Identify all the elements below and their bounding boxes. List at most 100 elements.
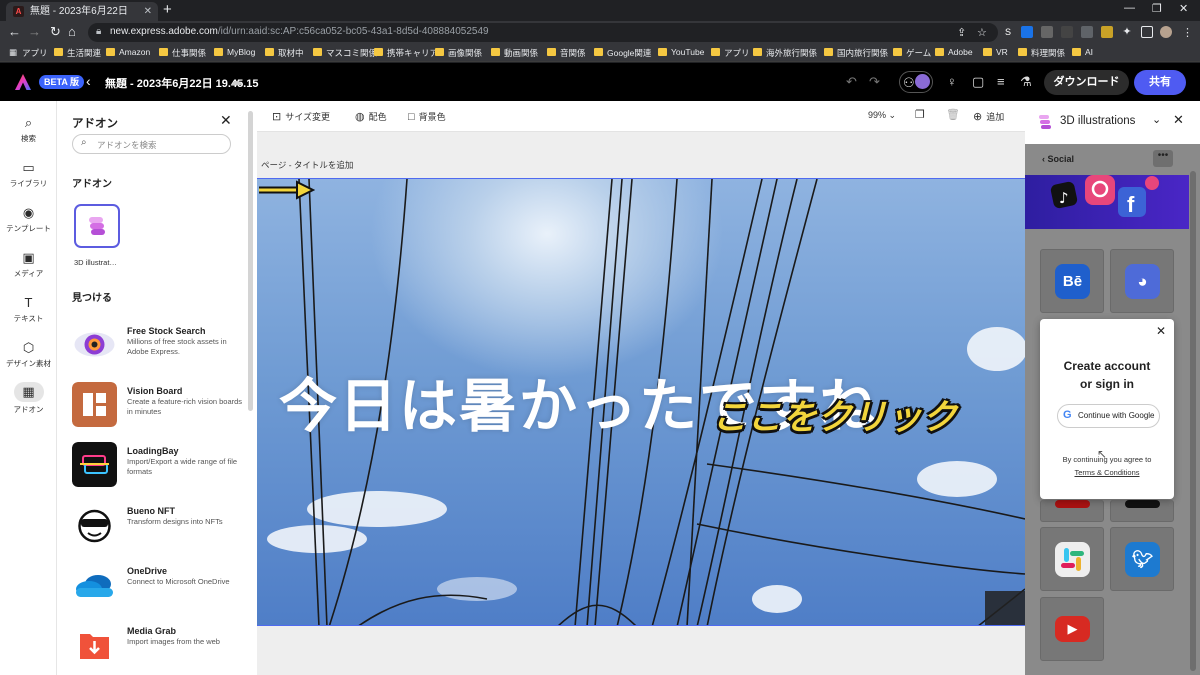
illustration-tile-discord[interactable]: ◕ [1110,249,1174,313]
bookmark-item[interactable]: Amazon [106,47,150,57]
more-options-button[interactable]: ••• [1153,150,1173,167]
extension-camera-icon[interactable] [1081,26,1093,38]
right-panel-scrollbar[interactable] [1190,171,1196,671]
bookmark-item[interactable]: Adobe [935,47,973,57]
canvas-photo[interactable]: 今日は暑かったですね ここをクリック [257,178,1025,626]
bookmark-item[interactable]: 国内旅行関係 [824,47,888,59]
extensions-puzzle-icon[interactable]: ✦ [1121,26,1133,38]
chevron-down-icon[interactable]: ⌄ [1152,113,1161,126]
addon-item-bueno-nft[interactable]: Bueno NFT Transform designs into NFTs [72,502,252,548]
comment-icon[interactable]: ▢ [972,74,984,90]
extension-translate-icon[interactable] [1061,26,1073,38]
extension-facebook-icon[interactable] [1041,26,1053,38]
bookmark-item[interactable]: アプリ [711,47,750,59]
restore-icon[interactable]: ❐ [1152,2,1162,15]
menu-icon[interactable]: ≡ [997,74,1005,89]
resize-button[interactable]: ⊡ サイズ変更 [272,110,330,123]
addon-tile-3d-illustrations[interactable] [74,204,120,248]
illustration-tile-twitter[interactable]: 🐦︎ [1110,527,1174,591]
bookmark-item[interactable]: 料理関係 [1018,47,1065,59]
home-icon[interactable]: ⌂ [68,24,76,39]
terms-conditions-link[interactable]: Terms & Conditions [1040,468,1174,477]
back-to-social-link[interactable]: ‹ Social [1042,154,1074,164]
addon-item-loadingbay[interactable]: LoadingBay Import/Export a wide range of… [72,442,252,488]
bookmark-item[interactable]: MyBlog [214,47,255,57]
browser-menu-icon[interactable]: ⋮ [1182,26,1193,39]
addon-search-input[interactable]: ⌕ アドオンを検索 [72,134,231,154]
back-arrow-icon[interactable]: ← [8,24,21,39]
window-close-icon[interactable]: ✕ [1179,2,1188,15]
colors-button[interactable]: ◍ 配色 [355,110,387,123]
pages-icon[interactable]: ❐ [915,108,925,121]
discord-icon: ◕ [1125,264,1160,299]
forward-arrow-icon[interactable]: → [28,24,41,39]
addon-item-vision-board[interactable]: Vision Board Create a feature-rich visio… [72,382,252,428]
bookmark-item[interactable]: 画像関係 [435,47,482,59]
sidepanel-icon[interactable] [1141,26,1153,38]
undo-icon[interactable]: ↶ [846,74,857,90]
addon-item-onedrive[interactable]: OneDrive Connect to Microsoft OneDrive [72,562,252,608]
new-tab-button[interactable]: + [163,1,172,18]
minimize-icon[interactable]: — [1124,2,1135,14]
bookmark-item[interactable]: ゲーム [893,47,931,59]
bookmark-item[interactable]: 取材中 [265,47,304,59]
reload-icon[interactable]: ↻ [50,24,61,40]
share-button[interactable]: 共有 [1134,70,1186,95]
bookmark-item[interactable]: 海外旅行関係 [753,47,817,59]
extension-s-icon[interactable]: S [1002,26,1014,38]
social-category-banner[interactable]: ♪ f [1025,175,1189,229]
rail-item-library[interactable]: ▭ ライブラリ [0,160,57,189]
download-button[interactable]: ダウンロード [1044,70,1129,95]
rail-item-design-assets[interactable]: ⬡ デザイン素材 [0,340,57,369]
illustration-tile-behance[interactable]: Bē [1040,249,1104,313]
bookmark-item[interactable]: VR [983,47,1008,57]
rail-item-search[interactable]: ⌕ 検索 [0,115,57,144]
rail-item-media[interactable]: ▣ メディア [0,250,57,279]
right-panel-close-icon[interactable]: ✕ [1173,112,1184,128]
dialog-close-icon[interactable]: ✕ [1156,324,1166,338]
trash-icon[interactable]: 🗑︎ [946,108,960,121]
user-avatar[interactable] [915,74,930,89]
back-chevron-icon[interactable]: ‹ [86,73,91,89]
addon-item-free-stock-search[interactable]: Free Stock Search Millions of free stock… [72,322,252,368]
page-title-label[interactable]: ページ - タイトルを追加 [261,159,353,171]
illustration-tile-partial-dark[interactable] [1110,500,1174,522]
rail-item-addons[interactable]: ▦ アドオン [0,382,57,415]
add-button[interactable]: ⊕ 追加 [973,110,1004,123]
adobe-express-logo-icon[interactable] [14,73,32,91]
bookmark-item[interactable]: マスコミ関係 [313,47,377,59]
panel-scrollbar[interactable] [248,111,253,411]
continue-with-google-button[interactable]: G Continue with Google [1057,404,1160,428]
profile-avatar[interactable] [1160,26,1172,38]
svg-text:f: f [1127,192,1135,217]
bookmark-item[interactable]: 携帯キャリア [374,47,438,59]
share-page-icon[interactable]: ⇪ [957,26,966,39]
browser-tab[interactable]: A 無題 - 2023年6月22日 19.45.15 ✕ [6,2,158,36]
extension-blue-icon[interactable] [1021,26,1033,38]
background-color-button[interactable]: □ 背景色 [408,110,446,123]
bookmark-star-icon[interactable]: ☆ [977,26,987,39]
illustration-tile-youtube[interactable]: ▶ [1040,597,1104,661]
flask-icon[interactable]: ⚗ [1020,74,1032,90]
panel-close-icon[interactable]: ✕ [220,112,232,129]
bookmark-item[interactable]: アプリ [22,47,48,59]
addon-item-media-grab[interactable]: Media Grab Import images from the web [72,622,252,668]
redo-icon[interactable]: ↷ [869,74,880,90]
bookmark-item[interactable]: YouTube [658,47,704,57]
illustration-tile-partial-red[interactable] [1040,500,1104,522]
bookmark-item[interactable]: 動画関係 [491,47,538,59]
bookmark-item[interactable]: AI [1072,47,1093,57]
rail-item-text[interactable]: T テキスト [0,295,57,324]
lightbulb-icon[interactable]: ♀ [947,74,957,89]
illustration-tile-slack[interactable] [1040,527,1104,591]
apps-grid-icon[interactable]: ▦ [9,47,17,58]
bookmark-item[interactable]: 仕事関係 [159,47,206,59]
extension-yellow-icon[interactable] [1101,26,1113,38]
bookmark-item[interactable]: Google関連 [594,47,651,59]
zoom-dropdown[interactable]: 99% ⌄ [868,110,896,121]
bookmark-item[interactable]: 生活関連 [54,47,101,59]
rail-item-templates[interactable]: ◉ テンプレート [0,205,57,234]
bookmark-item[interactable]: 音関係 [547,47,586,59]
url-omnibox[interactable]: 🔒︎ new.express.adobe.com/id/urn:aaid:sc:… [88,23,998,42]
tab-close-icon[interactable]: ✕ [144,2,152,21]
